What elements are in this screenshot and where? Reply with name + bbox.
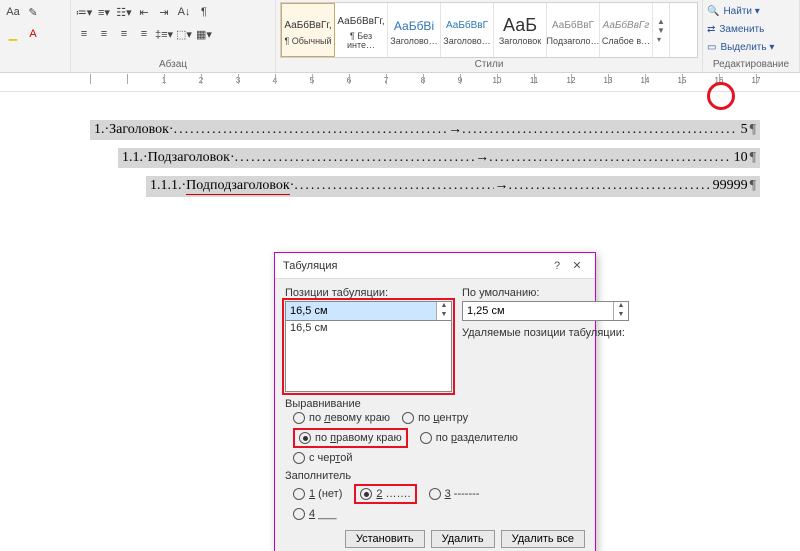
style-item[interactable]: АаБбВвГг,¶ Обычный <box>281 3 335 57</box>
alignment-label: Выравнивание <box>285 398 585 410</box>
styles-gallery[interactable]: АаБбВвГг,¶ ОбычныйАаБбВвГг,¶ Без инте…Аа… <box>280 2 698 58</box>
numbering-icon[interactable]: ≡▾ <box>95 3 113 21</box>
find-button[interactable]: 🔍Найти ▾ <box>707 2 795 20</box>
align-left-icon[interactable]: ≡ <box>75 25 93 43</box>
leader-dots-radio[interactable]: 2 ……. <box>360 488 410 500</box>
style-item[interactable]: АаБбВвГПодзаголо… <box>547 3 600 57</box>
spin-down-icon[interactable]: ▼ <box>437 311 451 320</box>
styles-more-button[interactable]: ▲▼▾ <box>653 3 670 57</box>
font-group-fragment: Aa ✎ ▁ A <box>0 0 71 72</box>
clear-all-button[interactable]: Удалить все <box>501 530 585 548</box>
editing-label: Редактирование <box>707 59 795 72</box>
multilevel-icon[interactable]: ☷▾ <box>115 3 133 21</box>
indent-icon[interactable]: ⇥ <box>155 3 173 21</box>
leader-label: Заполнитель <box>285 470 585 482</box>
select-button[interactable]: ▭Выделить ▾ <box>707 38 795 56</box>
align-left-radio[interactable]: по левому краю <box>293 412 390 424</box>
shading-icon[interactable]: ⬚▾ <box>175 25 193 43</box>
toc-line[interactable]: 1.1.·Подзаголовок·......................… <box>118 148 760 168</box>
tabs-dialog: Табуляция ? ✕ Позиции табуляции: ▲▼ 16,5… <box>274 252 596 551</box>
replace-icon: ⇄ <box>707 24 715 35</box>
styles-group: АаБбВвГг,¶ ОбычныйАаБбВвГг,¶ Без инте…Аа… <box>276 0 703 72</box>
show-marks-icon[interactable]: ¶ <box>195 3 213 21</box>
ribbon: Aa ✎ ▁ A ≔▾ ≡▾ ☷▾ ⇤ ⇥ A↓ ¶ ≡ ≡ ≡ ≡ ‡≡▾ ⬚… <box>0 0 800 73</box>
style-item[interactable]: АаБЗаголовок <box>494 3 547 57</box>
spin-up-icon[interactable]: ▲ <box>437 302 451 311</box>
outdent-icon[interactable]: ⇤ <box>135 3 153 21</box>
document-area[interactable]: 1.·Заголовок·...........................… <box>90 120 760 205</box>
list-item[interactable]: 16,5 см <box>286 321 451 335</box>
align-right-radio[interactable]: по правому краю <box>299 432 402 444</box>
font-size-up[interactable]: Aa <box>4 3 22 21</box>
leader-none-radio[interactable]: 1 (нет) <box>293 484 342 504</box>
horizontal-ruler[interactable]: 1234567891011121314151617 <box>0 73 800 92</box>
cleared-tabs-label: Удаляемые позиции табуляции: <box>462 327 629 339</box>
search-icon: 🔍 <box>707 6 719 17</box>
bullets-icon[interactable]: ≔▾ <box>75 3 93 21</box>
style-item[interactable]: АаБбВвГЗаголово… <box>441 3 494 57</box>
leader-group: 1 (нет) 2 ……. 3 ------- 4 ___ <box>285 484 585 520</box>
dialog-titlebar[interactable]: Табуляция ? ✕ <box>275 253 595 279</box>
styles-label: Стили <box>280 59 698 72</box>
leader-dash-radio[interactable]: 3 ------- <box>429 484 480 504</box>
replace-button[interactable]: ⇄Заменить <box>707 20 795 38</box>
alignment-group: по левому краю по центру по правому краю… <box>285 412 585 464</box>
close-button[interactable]: ✕ <box>567 259 587 272</box>
tab-position-input[interactable]: ▲▼ <box>285 301 452 321</box>
paragraph-label: Абзац <box>75 59 271 72</box>
borders-icon[interactable]: ▦▾ <box>195 25 213 43</box>
annotation-circle <box>707 82 735 110</box>
spin-up-icon[interactable]: ▲ <box>614 302 628 311</box>
align-center-icon[interactable]: ≡ <box>95 25 113 43</box>
tab-positions-list[interactable]: 16,5 см <box>285 320 452 392</box>
align-right-icon[interactable]: ≡ <box>115 25 133 43</box>
annotation-box: по правому краю <box>293 428 408 448</box>
dialog-title: Табуляция <box>283 260 547 272</box>
spin-down-icon[interactable]: ▼ <box>614 311 628 320</box>
sort-icon[interactable]: A↓ <box>175 3 193 21</box>
align-center-radio[interactable]: по центру <box>402 412 468 424</box>
default-tab-input[interactable]: ▲▼ <box>462 301 629 321</box>
style-item[interactable]: АаБбВіЗаголово… <box>388 3 441 57</box>
font-color-icon[interactable]: A <box>24 25 42 43</box>
justify-icon[interactable]: ≡ <box>135 25 153 43</box>
highlight-icon[interactable]: ▁ <box>4 25 22 43</box>
line-spacing-icon[interactable]: ‡≡▾ <box>155 25 173 43</box>
style-item[interactable]: АаБбВвГгСлабое в… <box>600 3 653 57</box>
default-tab-label: По умолчанию: <box>462 287 629 299</box>
align-decimal-radio[interactable]: по разделителю <box>420 428 518 448</box>
clear-format-icon[interactable]: ✎ <box>24 3 42 21</box>
clear-button[interactable]: Удалить <box>431 530 495 548</box>
leader-underline-radio[interactable]: 4 ___ <box>293 508 585 520</box>
help-button[interactable]: ? <box>547 260 567 272</box>
editing-group: 🔍Найти ▾ ⇄Заменить ▭Выделить ▾ Редактиро… <box>703 0 800 72</box>
style-item[interactable]: АаБбВвГг,¶ Без инте… <box>335 3 388 57</box>
align-bar-radio[interactable]: с чертой <box>293 452 352 464</box>
annotation-box: 2 ……. <box>354 484 416 504</box>
toc-line[interactable]: 1.·Заголовок·...........................… <box>90 120 760 140</box>
paragraph-group: ≔▾ ≡▾ ☷▾ ⇤ ⇥ A↓ ¶ ≡ ≡ ≡ ≡ ‡≡▾ ⬚▾ ▦▾ Абза… <box>71 0 276 72</box>
set-button[interactable]: Установить <box>345 530 425 548</box>
toc-line[interactable]: 1.1.1.·Подподзаголовок·.................… <box>146 176 760 197</box>
cursor-icon: ▭ <box>707 42 716 53</box>
